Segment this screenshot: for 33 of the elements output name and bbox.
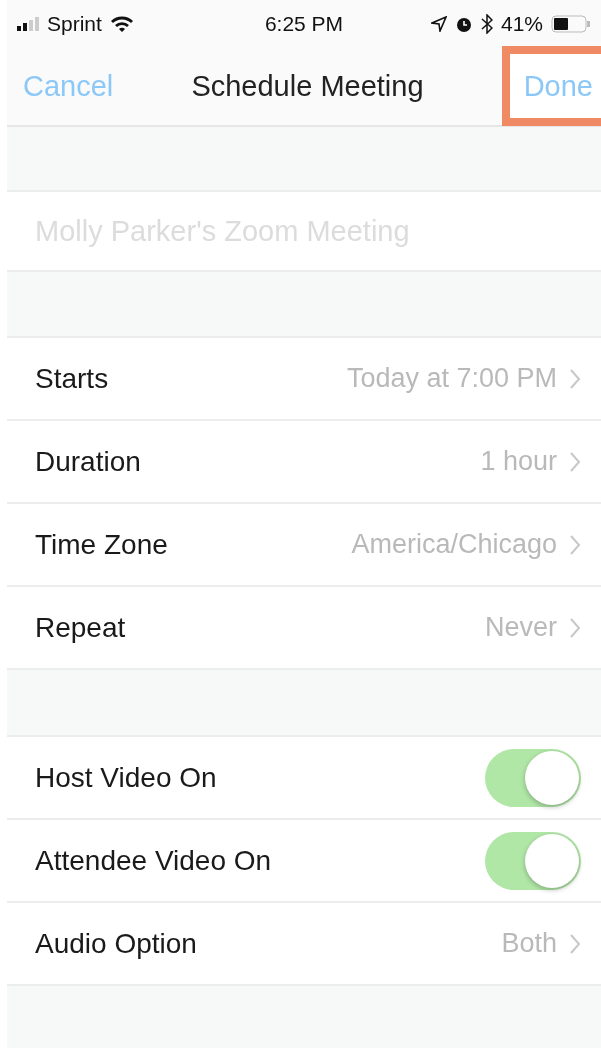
settings-row[interactable]: Duration 1 hour — [7, 421, 601, 504]
row-label: Attendee Video On — [35, 844, 273, 877]
row-label: Repeat — [35, 611, 127, 644]
location-arrow-icon — [430, 15, 447, 32]
chevron-icon — [569, 450, 581, 473]
chevron-icon — [569, 367, 581, 390]
toggle-switch[interactable] — [485, 831, 581, 890]
settings-row[interactable]: Audio Option Both — [7, 903, 601, 986]
row-value: Both — [501, 928, 557, 959]
screen-title: Schedule Meeting — [191, 69, 424, 103]
carrier-name: Sprint — [47, 11, 102, 36]
bluetooth-icon — [480, 13, 493, 34]
chevron-icon — [569, 932, 581, 955]
row-value: 1 hour — [480, 446, 557, 477]
signal-icon — [17, 16, 39, 31]
battery-percent: 41% — [500, 11, 543, 36]
settings-row[interactable]: Repeat Never — [7, 587, 601, 670]
row-label: Host Video On — [35, 761, 218, 794]
chevron-icon — [569, 616, 581, 639]
battery-icon — [551, 14, 591, 33]
row-label: Time Zone — [35, 528, 169, 561]
wifi-icon — [109, 14, 134, 33]
row-label: Audio Option — [35, 927, 198, 960]
row-label: Starts — [35, 362, 110, 395]
chevron-icon — [569, 533, 581, 556]
row-value: America/Chicago — [351, 529, 557, 560]
row-value: Never — [484, 612, 557, 643]
settings-row[interactable]: Starts Today at 7:00 PM — [7, 338, 601, 421]
clock-time: 6:25 PM — [264, 11, 344, 36]
row-value: Today at 7:00 PM — [346, 363, 557, 394]
row-label: Duration — [35, 445, 142, 478]
settings-row[interactable]: Time Zone America/Chicago — [7, 504, 601, 587]
toggle-switch[interactable] — [485, 748, 581, 807]
